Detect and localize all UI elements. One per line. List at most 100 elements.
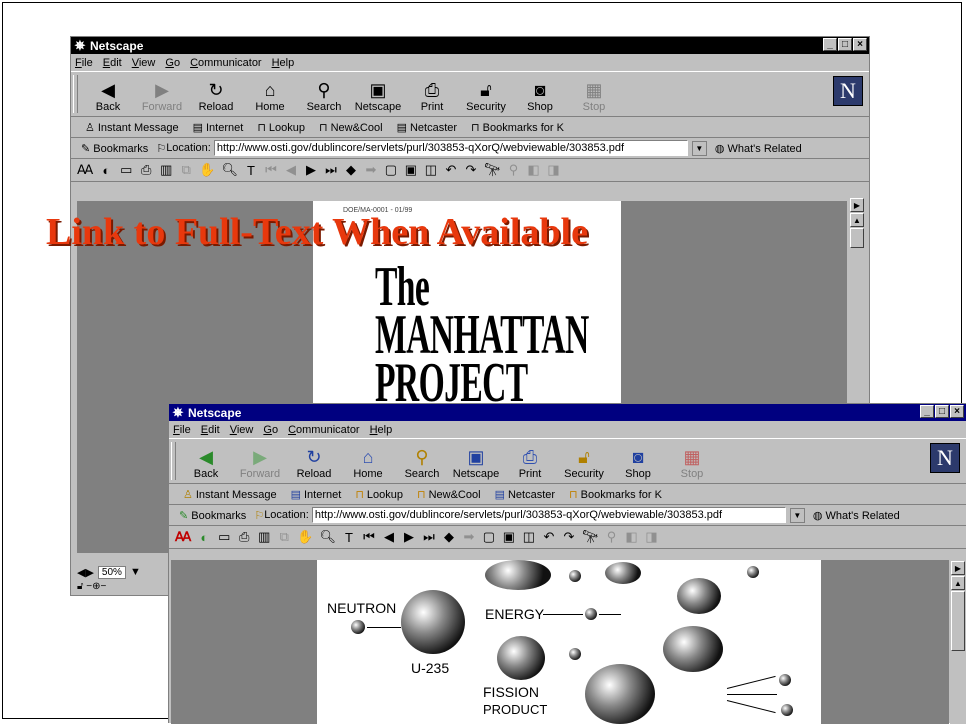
go-back-icon[interactable]: ◆ — [442, 529, 456, 545]
toolbar-grip[interactable] — [73, 75, 78, 113]
newcool-button[interactable]: ⊓ New&Cool — [417, 488, 481, 501]
find-icon[interactable]: 🔭︎ — [582, 529, 599, 545]
actual-size-icon[interactable]: ▢ — [482, 529, 496, 545]
reload-button[interactable]: ↻ Reload — [189, 79, 243, 116]
scroll-page-right-icon[interactable]: ▶ — [850, 198, 864, 212]
shop-button[interactable]: ◙ Shop — [611, 446, 665, 483]
netcaster-button[interactable]: ▤ Netcaster — [495, 488, 555, 501]
browser-window-front[interactable]: ✵ Netscape _ □ × File Edit View Go Commu… — [168, 403, 966, 724]
menu-edit[interactable]: Edit — [201, 424, 220, 436]
menu-help[interactable]: Help — [272, 57, 295, 69]
bookmarks-for-k-button[interactable]: ⊓ Bookmarks for K — [569, 488, 662, 501]
whats-related-button[interactable]: ◍ What's Related — [715, 142, 802, 155]
shop-button[interactable]: ◙ Shop — [513, 79, 567, 116]
location-url-field[interactable]: http://www.osti.gov/dublincore/servlets/… — [311, 507, 786, 523]
prev-page-icon[interactable]: ◀ — [382, 529, 396, 545]
zoom-tool-icon[interactable]: 🔍︎ — [319, 529, 336, 545]
first-page-icon[interactable]: ⏮ — [264, 162, 278, 178]
pdf-copy-icon[interactable]: ⧉ — [179, 162, 193, 178]
pdf-open-icon[interactable]: ◐ — [99, 163, 113, 178]
fit-page-icon[interactable]: ▣ — [502, 529, 516, 545]
find-again-icon[interactable]: ⚲ — [506, 162, 520, 178]
rotate-right-icon[interactable]: ↷ — [562, 529, 576, 545]
next-page-icon[interactable]: ▶ — [402, 529, 416, 545]
zoom-dropdown-icon[interactable]: ▼ — [130, 566, 141, 578]
pdf-thumbnails-icon[interactable]: ▥ — [159, 162, 173, 178]
back-button[interactable]: ◀ Back — [81, 79, 135, 116]
find-icon[interactable]: 🔭︎ — [484, 162, 501, 178]
next-page-icon[interactable]: ▶ — [304, 162, 318, 178]
search-button[interactable]: ⚲ Search — [297, 79, 351, 116]
security-status-icon[interactable]: 🔓︎ −⊕− — [77, 581, 106, 592]
menu-go[interactable]: Go — [263, 424, 278, 436]
toolbar-grip[interactable] — [171, 442, 176, 480]
netscape-button[interactable]: ▣ Netscape — [351, 79, 405, 116]
pdf-save-icon[interactable]: ▭ — [119, 162, 133, 178]
internet-button[interactable]: ▤ Internet — [291, 488, 342, 501]
url-dropdown-button[interactable]: ▼ — [691, 140, 707, 156]
security-button[interactable]: 🔓︎ Security — [557, 446, 611, 483]
zoom-level[interactable]: 50% — [97, 565, 126, 579]
acrobat-icon[interactable]: Ꜳ — [175, 529, 191, 545]
find-again-icon[interactable]: ⚲ — [604, 529, 618, 545]
actual-size-icon[interactable]: ▢ — [384, 162, 398, 178]
scroll-up-icon[interactable]: ▲ — [850, 213, 864, 227]
instant-message-button[interactable]: ♙ Instant Message — [85, 121, 179, 134]
location-url-field[interactable]: http://www.osti.gov/dublincore/servlets/… — [213, 140, 688, 156]
pdf-open-icon[interactable]: ◐ — [197, 530, 211, 545]
first-page-icon[interactable]: ⏮ — [362, 529, 376, 545]
prev-page-icon[interactable]: ◀ — [284, 162, 298, 178]
prev-view-icon[interactable]: ◧ — [624, 529, 638, 545]
home-button[interactable]: ⌂ Home — [341, 446, 395, 483]
instant-message-button[interactable]: ♙ Instant Message — [183, 488, 277, 501]
netscape-button[interactable]: ▣ Netscape — [449, 446, 503, 483]
lookup-button[interactable]: ⊓ Lookup — [257, 121, 305, 134]
lookup-button[interactable]: ⊓ Lookup — [355, 488, 403, 501]
title-bar[interactable]: ✵ Netscape _ □ × — [169, 404, 966, 421]
hand-tool-icon[interactable]: ✋ — [297, 529, 313, 545]
url-dropdown-button[interactable]: ▼ — [789, 507, 805, 523]
stop-button[interactable]: ▦ Stop — [665, 446, 719, 483]
vertical-scrollbar[interactable]: ▶ ▲ — [950, 560, 966, 724]
menu-view[interactable]: View — [230, 424, 254, 436]
newcool-button[interactable]: ⊓ New&Cool — [319, 121, 383, 134]
zoom-out-icon[interactable]: ◀▶ — [77, 566, 94, 579]
hand-tool-icon[interactable]: ✋ — [199, 162, 215, 178]
rotate-left-icon[interactable]: ↶ — [542, 529, 556, 545]
bookmarks-button[interactable]: ✎ Bookmarks — [179, 509, 246, 522]
last-page-icon[interactable]: ⏭ — [324, 162, 338, 178]
last-page-icon[interactable]: ⏭ — [422, 529, 436, 545]
fit-width-icon[interactable]: ◫ — [522, 529, 536, 545]
pdf-print-icon[interactable]: ⎙ — [139, 162, 153, 178]
close-button[interactable]: × — [950, 405, 964, 418]
acrobat-icon[interactable]: Ꜳ — [77, 162, 93, 178]
page-proxy-icon[interactable]: ⚐ — [156, 142, 166, 155]
print-button[interactable]: ⎙ Print — [503, 446, 557, 483]
rotate-left-icon[interactable]: ↶ — [444, 162, 458, 178]
fit-width-icon[interactable]: ◫ — [424, 162, 438, 178]
reload-button[interactable]: ↻ Reload — [287, 446, 341, 483]
pdf-thumbnails-icon[interactable]: ▥ — [257, 529, 271, 545]
maximize-button[interactable]: □ — [838, 38, 852, 51]
menu-view[interactable]: View — [132, 57, 156, 69]
print-button[interactable]: ⎙ Print — [405, 79, 459, 116]
maximize-button[interactable]: □ — [935, 405, 949, 418]
go-forward-icon[interactable]: ➡ — [462, 529, 476, 545]
pdf-viewer-front[interactable]: NEUTRON U-235 ENERGY FISSION PRODUCT — [171, 560, 949, 724]
back-button[interactable]: ◀ Back — [179, 446, 233, 483]
next-view-icon[interactable]: ◨ — [644, 529, 658, 545]
title-bar[interactable]: ✵ Netscape _ □ × — [71, 37, 869, 54]
next-view-icon[interactable]: ◨ — [546, 162, 560, 178]
pdf-print-icon[interactable]: ⎙ — [237, 529, 251, 545]
whats-related-button[interactable]: ◍ What's Related — [813, 509, 900, 522]
menu-go[interactable]: Go — [165, 57, 180, 69]
minimize-button[interactable]: _ — [920, 405, 934, 418]
scroll-thumb[interactable] — [850, 228, 864, 248]
rotate-right-icon[interactable]: ↷ — [464, 162, 478, 178]
pdf-copy-icon[interactable]: ⧉ — [277, 529, 291, 545]
forward-button[interactable]: ▶ Forward — [135, 79, 189, 116]
fit-page-icon[interactable]: ▣ — [404, 162, 418, 178]
text-select-icon[interactable]: T — [244, 163, 258, 178]
netcaster-button[interactable]: ▤ Netcaster — [397, 121, 457, 134]
scroll-thumb[interactable] — [951, 591, 965, 651]
